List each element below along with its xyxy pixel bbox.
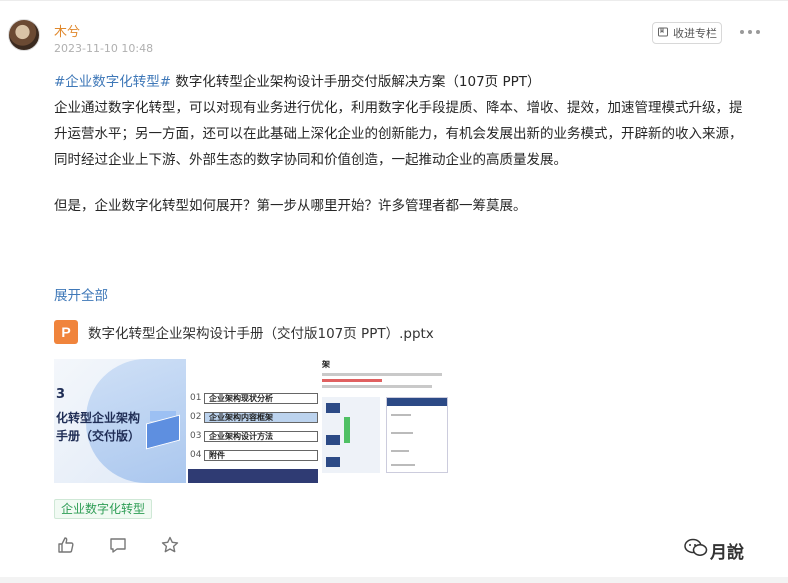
- slide-cover-line-1: 化转型企业架构: [56, 411, 141, 425]
- collect-label: 收进专栏: [673, 27, 717, 40]
- contents-row-num: 03: [190, 431, 202, 441]
- watermark-text: 月說: [710, 542, 744, 563]
- topic-tag[interactable]: 企业数字化转型: [54, 499, 153, 519]
- attachment[interactable]: P 数字化转型企业架构设计手册（交付版107页 PPT）.pptx: [54, 319, 434, 345]
- contents-row-num: 04: [190, 450, 202, 460]
- contents-row: 04 附件: [188, 448, 318, 462]
- contents-row: 03 企业架构设计方法: [188, 429, 318, 443]
- slide-cover-title: 化转型企业架构 手册（交付版）: [56, 409, 140, 445]
- slide-framework-title: 架: [322, 360, 330, 369]
- thumbs-up-icon[interactable]: [56, 535, 76, 555]
- comment-icon[interactable]: [108, 535, 128, 555]
- post-paragraph-1: 企业通过数字化转型，可以对现有业务进行优化，利用数字化手段提质、降本、增收、提效…: [54, 100, 743, 168]
- watermark: 月說: [684, 538, 744, 563]
- more-dots-icon[interactable]: [740, 25, 760, 39]
- attachment-filename[interactable]: 数字化转型企业架构设计手册（交付版107页 PPT）.pptx: [88, 322, 434, 342]
- slide-cover-line-2: 手册（交付版）: [56, 429, 141, 443]
- author-avatar[interactable]: [8, 19, 40, 51]
- post-card: 木兮 2023-11-10 10:48 收进专栏 #企业数字化转型# 数字化转型…: [0, 0, 788, 583]
- collect-to-column-button[interactable]: 收进专栏: [652, 22, 722, 44]
- slide-number: 3: [56, 387, 66, 402]
- contents-row-num: 01: [190, 393, 202, 403]
- contents-row-label: 企业架构内容框架: [204, 411, 318, 423]
- post-paragraph-2: 但是，企业数字化转型如何展开？第一步从哪里开始？许多管理者都一筹莫展。: [54, 198, 527, 214]
- ppt-file-icon: P: [54, 320, 78, 344]
- preview-slide-framework[interactable]: 架: [320, 359, 450, 483]
- preview-slide-cover[interactable]: 3 化转型企业架构 手册（交付版）: [54, 359, 186, 483]
- preview-slide-contents[interactable]: 01 企业架构现状分析 02 企业架构内容框架 03 企业架构设计方法 04 附…: [188, 359, 318, 483]
- action-bar: [56, 535, 180, 555]
- post-body: #企业数字化转型# 数字化转型企业架构设计手册交付版解决方案（107页 PPT）…: [54, 69, 754, 219]
- preview-images[interactable]: 3 化转型企业架构 手册（交付版） 01 企业架构现状分析 02 企业架构内容框…: [54, 359, 450, 483]
- contents-row-label: 企业架构现状分析: [204, 392, 318, 404]
- post-time: 2023-11-10 10:48: [54, 42, 154, 55]
- star-icon[interactable]: [160, 535, 180, 555]
- contents-row-label: 附件: [204, 449, 318, 461]
- contents-row-label: 企业架构设计方法: [204, 430, 318, 442]
- topic-link[interactable]: #企业数字化转型#: [54, 74, 171, 90]
- expand-all-link[interactable]: 展开全部: [54, 284, 108, 304]
- collect-icon: [657, 26, 669, 41]
- contents-row: 02 企业架构内容框架: [188, 410, 318, 424]
- contents-row: 01 企业架构现状分析: [188, 391, 318, 405]
- contents-row-num: 02: [190, 412, 202, 422]
- post-title-line: #企业数字化转型# 数字化转型企业架构设计手册交付版解决方案（107页 PPT）: [54, 69, 754, 95]
- post-title: 数字化转型企业架构设计手册交付版解决方案（107页 PPT）: [171, 74, 541, 90]
- author-name[interactable]: 木兮: [54, 21, 80, 40]
- wechat-icon: [684, 538, 708, 562]
